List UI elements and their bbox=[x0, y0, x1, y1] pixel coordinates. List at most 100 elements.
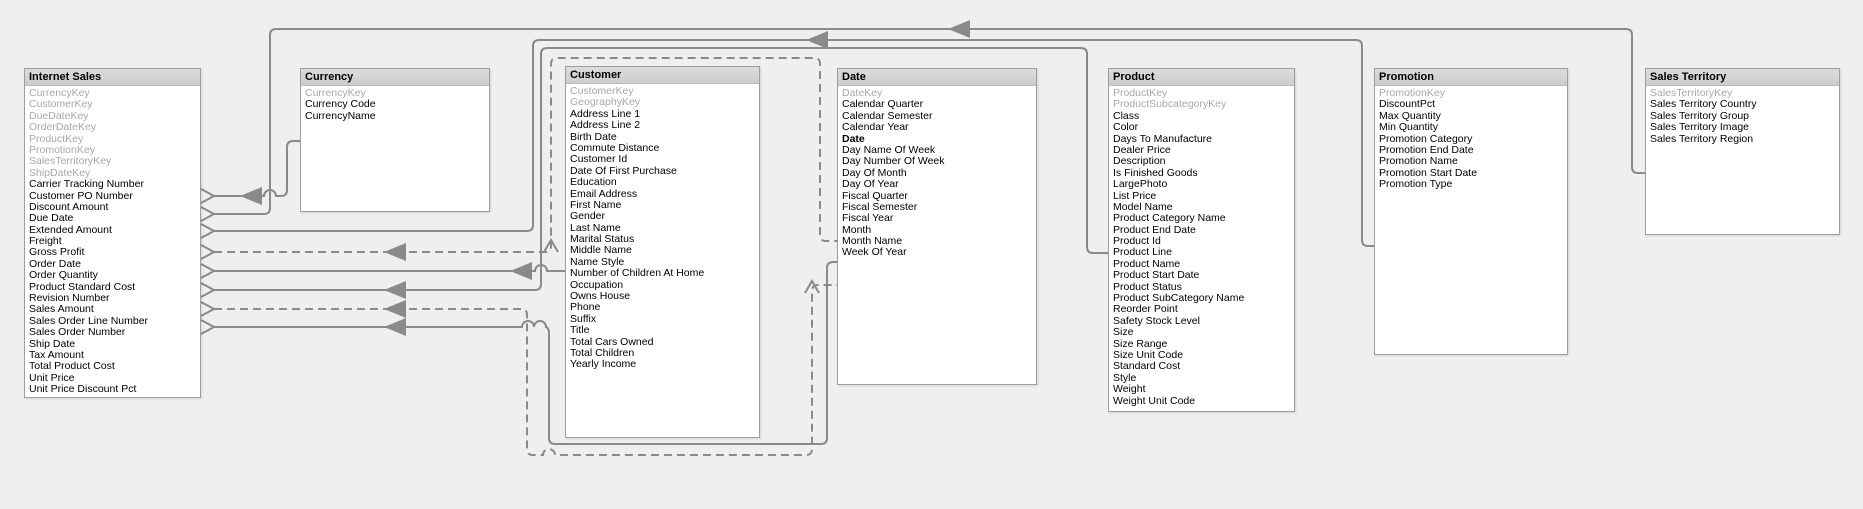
column-row[interactable]: DueDateKey bbox=[25, 111, 200, 122]
column-row[interactable]: Suffix bbox=[566, 314, 759, 325]
table-date[interactable]: DateDateKeyCalendar QuarterCalendar Seme… bbox=[837, 68, 1037, 385]
column-row[interactable]: Sales Territory Group bbox=[1646, 111, 1839, 122]
column-row[interactable]: CurrencyKey bbox=[25, 88, 200, 99]
column-row[interactable]: Size Range bbox=[1109, 339, 1294, 350]
column-row[interactable]: Is Finished Goods bbox=[1109, 168, 1294, 179]
column-row[interactable]: SalesTerritoryKey bbox=[1646, 88, 1839, 99]
column-row[interactable]: Commute Distance bbox=[566, 143, 759, 154]
column-row[interactable]: CurrencyKey bbox=[301, 88, 489, 99]
column-row[interactable]: Address Line 1 bbox=[566, 109, 759, 120]
table-title-product[interactable]: Product bbox=[1109, 69, 1294, 86]
column-row[interactable]: Day Name Of Week bbox=[838, 145, 1036, 156]
column-row[interactable]: Safety Stock Level bbox=[1109, 316, 1294, 327]
column-row[interactable]: Calendar Quarter bbox=[838, 99, 1036, 110]
column-row[interactable]: Product Category Name bbox=[1109, 213, 1294, 224]
table-title-promotion[interactable]: Promotion bbox=[1375, 69, 1567, 86]
column-row[interactable]: Product Status bbox=[1109, 282, 1294, 293]
table-currency[interactable]: CurrencyCurrencyKeyCurrency CodeCurrency… bbox=[300, 68, 490, 212]
relationship-line-active[interactable] bbox=[214, 141, 300, 196]
column-row[interactable]: Promotion Name bbox=[1375, 156, 1567, 167]
column-row[interactable]: Standard Cost bbox=[1109, 361, 1294, 372]
column-row[interactable]: Product End Date bbox=[1109, 225, 1294, 236]
table-sales-territory[interactable]: Sales TerritorySalesTerritoryKeySales Te… bbox=[1645, 68, 1840, 235]
column-row[interactable]: CustomerKey bbox=[25, 99, 200, 110]
column-row[interactable]: Number of Children At Home bbox=[566, 268, 759, 279]
column-row[interactable]: Total Cars Owned bbox=[566, 337, 759, 348]
column-row[interactable]: SalesTerritoryKey bbox=[25, 156, 200, 167]
column-row[interactable]: Product Standard Cost bbox=[25, 282, 200, 293]
column-row[interactable]: Unit Price Discount Pct bbox=[25, 384, 200, 395]
column-row[interactable]: Order Quantity bbox=[25, 270, 200, 281]
column-row[interactable]: Total Product Cost bbox=[25, 361, 200, 372]
column-row[interactable]: Dealer Price bbox=[1109, 145, 1294, 156]
column-row[interactable]: Yearly Income bbox=[566, 359, 759, 370]
column-row[interactable]: Customer PO Number bbox=[25, 191, 200, 202]
table-title-customer[interactable]: Customer bbox=[566, 67, 759, 84]
column-row[interactable]: Model Name bbox=[1109, 202, 1294, 213]
column-row[interactable]: Sales Territory Image bbox=[1646, 122, 1839, 133]
column-row[interactable]: ProductKey bbox=[1109, 88, 1294, 99]
column-row[interactable]: ProductKey bbox=[25, 134, 200, 145]
column-row[interactable]: Gross Profit bbox=[25, 247, 200, 258]
table-product[interactable]: ProductProductKeyProductSubcategoryKeyCl… bbox=[1108, 68, 1295, 412]
column-row[interactable]: Promotion End Date bbox=[1375, 145, 1567, 156]
column-row[interactable]: Carrier Tracking Number bbox=[25, 179, 200, 190]
column-row[interactable]: Calendar Year bbox=[838, 122, 1036, 133]
column-row[interactable]: Fiscal Year bbox=[838, 213, 1036, 224]
column-row[interactable]: Promotion Type bbox=[1375, 179, 1567, 190]
column-row[interactable]: Days To Manufacture bbox=[1109, 134, 1294, 145]
column-row[interactable]: Revision Number bbox=[25, 293, 200, 304]
column-row[interactable]: Due Date bbox=[25, 213, 200, 224]
column-row[interactable]: Sales Order Line Number bbox=[25, 316, 200, 327]
column-row[interactable]: Min Quantity bbox=[1375, 122, 1567, 133]
column-row[interactable]: Class bbox=[1109, 111, 1294, 122]
column-row[interactable]: Owns House bbox=[566, 291, 759, 302]
column-row[interactable]: Address Line 2 bbox=[566, 120, 759, 131]
column-row[interactable]: Last Name bbox=[566, 223, 759, 234]
table-internet-sales[interactable]: Internet SalesCurrencyKeyCustomerKeyDueD… bbox=[24, 68, 201, 398]
column-row[interactable]: Name Style bbox=[566, 257, 759, 268]
column-row[interactable]: Currency Code bbox=[301, 99, 489, 110]
column-row[interactable]: CurrencyName bbox=[301, 111, 489, 122]
table-title-date[interactable]: Date bbox=[838, 69, 1036, 86]
column-row[interactable]: Customer Id bbox=[566, 154, 759, 165]
column-row[interactable]: Product Name bbox=[1109, 259, 1294, 270]
column-row[interactable]: Weight bbox=[1109, 384, 1294, 395]
column-row[interactable]: PromotionKey bbox=[25, 145, 200, 156]
column-row[interactable]: Promotion Start Date bbox=[1375, 168, 1567, 179]
column-row[interactable]: Color bbox=[1109, 122, 1294, 133]
column-row[interactable]: Middle Name bbox=[566, 245, 759, 256]
column-row[interactable]: Day Number Of Week bbox=[838, 156, 1036, 167]
column-row[interactable]: Sales Order Number bbox=[25, 327, 200, 338]
table-promotion[interactable]: PromotionPromotionKeyDiscountPctMax Quan… bbox=[1374, 68, 1568, 355]
column-row[interactable]: Education bbox=[566, 177, 759, 188]
column-row[interactable]: Sales Amount bbox=[25, 304, 200, 315]
column-row[interactable]: Weight Unit Code bbox=[1109, 396, 1294, 407]
column-row[interactable]: DateKey bbox=[838, 88, 1036, 99]
column-row[interactable]: Phone bbox=[566, 302, 759, 313]
column-row[interactable]: CustomerKey bbox=[566, 86, 759, 97]
column-row[interactable]: Month Name bbox=[838, 236, 1036, 247]
column-row[interactable]: List Price bbox=[1109, 191, 1294, 202]
column-row[interactable]: Ship Date bbox=[25, 339, 200, 350]
column-row[interactable]: Gender bbox=[566, 211, 759, 222]
column-row[interactable]: Title bbox=[566, 325, 759, 336]
column-row[interactable]: Description bbox=[1109, 156, 1294, 167]
column-row[interactable]: ShipDateKey bbox=[25, 168, 200, 179]
column-row[interactable]: Fiscal Semester bbox=[838, 202, 1036, 213]
column-row[interactable]: LargePhoto bbox=[1109, 179, 1294, 190]
column-row[interactable]: Product Start Date bbox=[1109, 270, 1294, 281]
column-row[interactable]: Week Of Year bbox=[838, 247, 1036, 258]
column-row[interactable]: Reorder Point bbox=[1109, 304, 1294, 315]
column-row[interactable]: Product Line bbox=[1109, 247, 1294, 258]
column-row[interactable]: Size Unit Code bbox=[1109, 350, 1294, 361]
column-row[interactable]: Marital Status bbox=[566, 234, 759, 245]
column-row[interactable]: OrderDateKey bbox=[25, 122, 200, 133]
column-row[interactable]: Sales Territory Country bbox=[1646, 99, 1839, 110]
column-row[interactable]: Total Children bbox=[566, 348, 759, 359]
column-row[interactable]: DiscountPct bbox=[1375, 99, 1567, 110]
column-row[interactable]: Sales Territory Region bbox=[1646, 134, 1839, 145]
column-row[interactable]: Unit Price bbox=[25, 373, 200, 384]
column-row[interactable]: Birth Date bbox=[566, 132, 759, 143]
column-row[interactable]: Day Of Month bbox=[838, 168, 1036, 179]
